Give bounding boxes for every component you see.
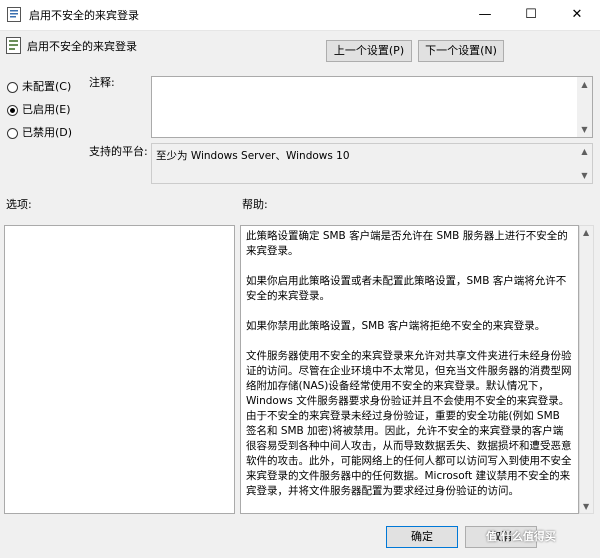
watermark: 值 什么值得买 (486, 530, 556, 543)
supported-scrollbar[interactable]: ▲ ▼ (577, 144, 592, 183)
supported-label: 支持的平台: (89, 145, 148, 158)
next-setting-button[interactable]: 下一个设置(N) (418, 40, 504, 62)
help-label: 帮助: (242, 198, 268, 211)
help-paragraph: 如果你禁用此策略设置，SMB 客户端将拒绝不安全的来宾登录。 (246, 320, 546, 332)
ok-button[interactable]: 确定 (386, 526, 458, 548)
radio-enabled[interactable]: 已启用(E) (7, 103, 71, 117)
scroll-down-icon[interactable]: ▼ (577, 168, 592, 183)
options-pane (4, 225, 235, 514)
comment-label: 注释: (89, 76, 115, 89)
policy-setting-icon (6, 37, 21, 54)
close-button[interactable]: ✕ (554, 0, 600, 30)
radio-not-configured[interactable]: 未配置(C) (7, 80, 71, 94)
supported-value: 至少为 Windows Server、Windows 10 (156, 150, 350, 162)
previous-setting-button[interactable]: 上一个设置(P) (326, 40, 412, 62)
options-label: 选项: (6, 198, 32, 211)
scroll-up-icon[interactable]: ▲ (583, 228, 589, 237)
radio-indicator[interactable] (7, 81, 18, 93)
help-paragraph: 文件服务器使用不安全的来宾登录来允许对共享文件夹进行未经身份验证的访问。尽管在企… (246, 350, 572, 497)
help-pane: 此策略设置确定 SMB 客户端是否允许在 SMB 服务器上进行不安全的来宾登录。… (240, 225, 579, 514)
scroll-down-icon[interactable]: ▼ (577, 122, 592, 137)
scroll-down-icon[interactable]: ▼ (583, 502, 589, 511)
help-scrollbar[interactable]: ▲ ▼ (579, 225, 594, 514)
maximize-button[interactable]: ☐ (508, 0, 554, 30)
policy-icon (7, 7, 21, 22)
minimize-button[interactable]: — (462, 0, 508, 30)
comment-scrollbar[interactable]: ▲ ▼ (577, 77, 592, 137)
comment-field[interactable]: ▲ ▼ (151, 76, 593, 138)
scroll-up-icon[interactable]: ▲ (577, 77, 592, 92)
title-bar: 启用不安全的来宾登录 — ☐ ✕ (0, 0, 600, 31)
radio-label: 已启用(E) (22, 103, 71, 116)
help-paragraph: 如果你启用此策略设置或者未配置此策略设置，SMB 客户端将允许不安全的来宾登录。 (246, 275, 567, 302)
policy-title: 启用不安全的来宾登录 (27, 40, 137, 53)
radio-indicator[interactable] (7, 127, 18, 139)
radio-disabled[interactable]: 已禁用(D) (7, 126, 72, 140)
radio-label: 未配置(C) (22, 80, 72, 93)
scroll-up-icon[interactable]: ▲ (577, 144, 592, 159)
window-title: 启用不安全的来宾登录 (29, 9, 139, 22)
help-paragraph: 此策略设置确定 SMB 客户端是否允许在 SMB 服务器上进行不安全的来宾登录。 (246, 230, 568, 257)
supported-field: 至少为 Windows Server、Windows 10 ▲ ▼ (151, 143, 593, 184)
radio-label: 已禁用(D) (22, 126, 73, 139)
radio-indicator[interactable] (7, 104, 18, 116)
